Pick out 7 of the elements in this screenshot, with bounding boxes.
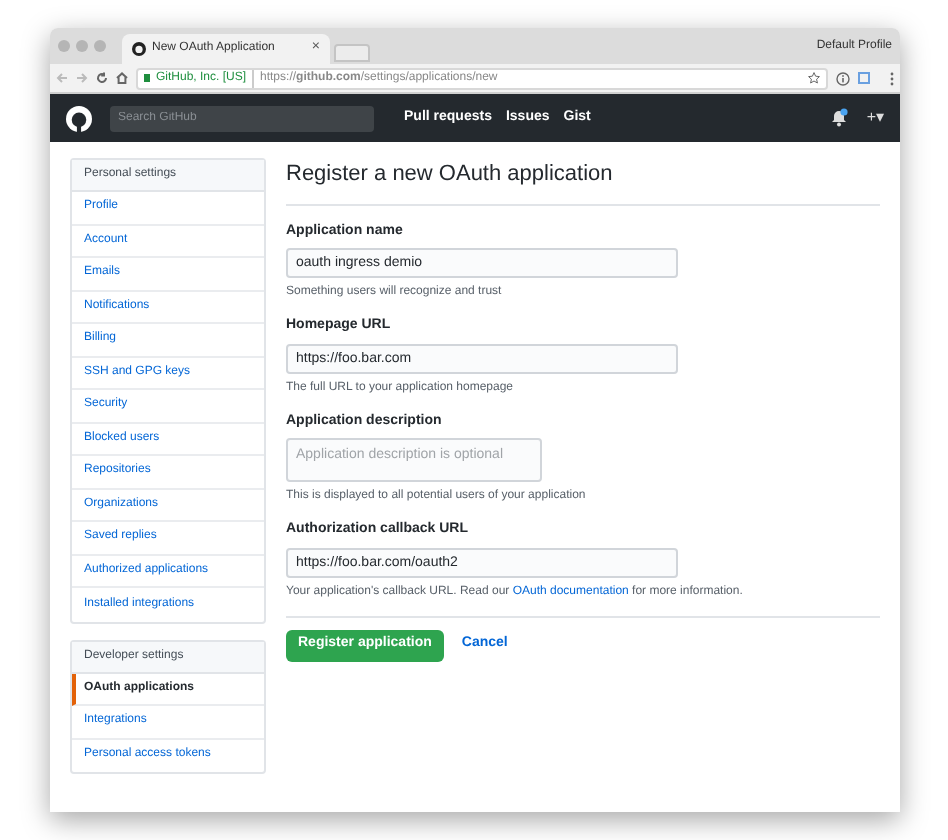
reload-icon[interactable] <box>96 72 108 84</box>
page-title: Register a new OAuth application <box>286 158 880 205</box>
star-icon[interactable] <box>808 72 820 84</box>
home-icon[interactable] <box>116 72 128 84</box>
bell-icon[interactable] <box>830 108 849 128</box>
info-icon[interactable] <box>836 71 850 85</box>
add-menu[interactable]: +▾ <box>866 106 884 130</box>
